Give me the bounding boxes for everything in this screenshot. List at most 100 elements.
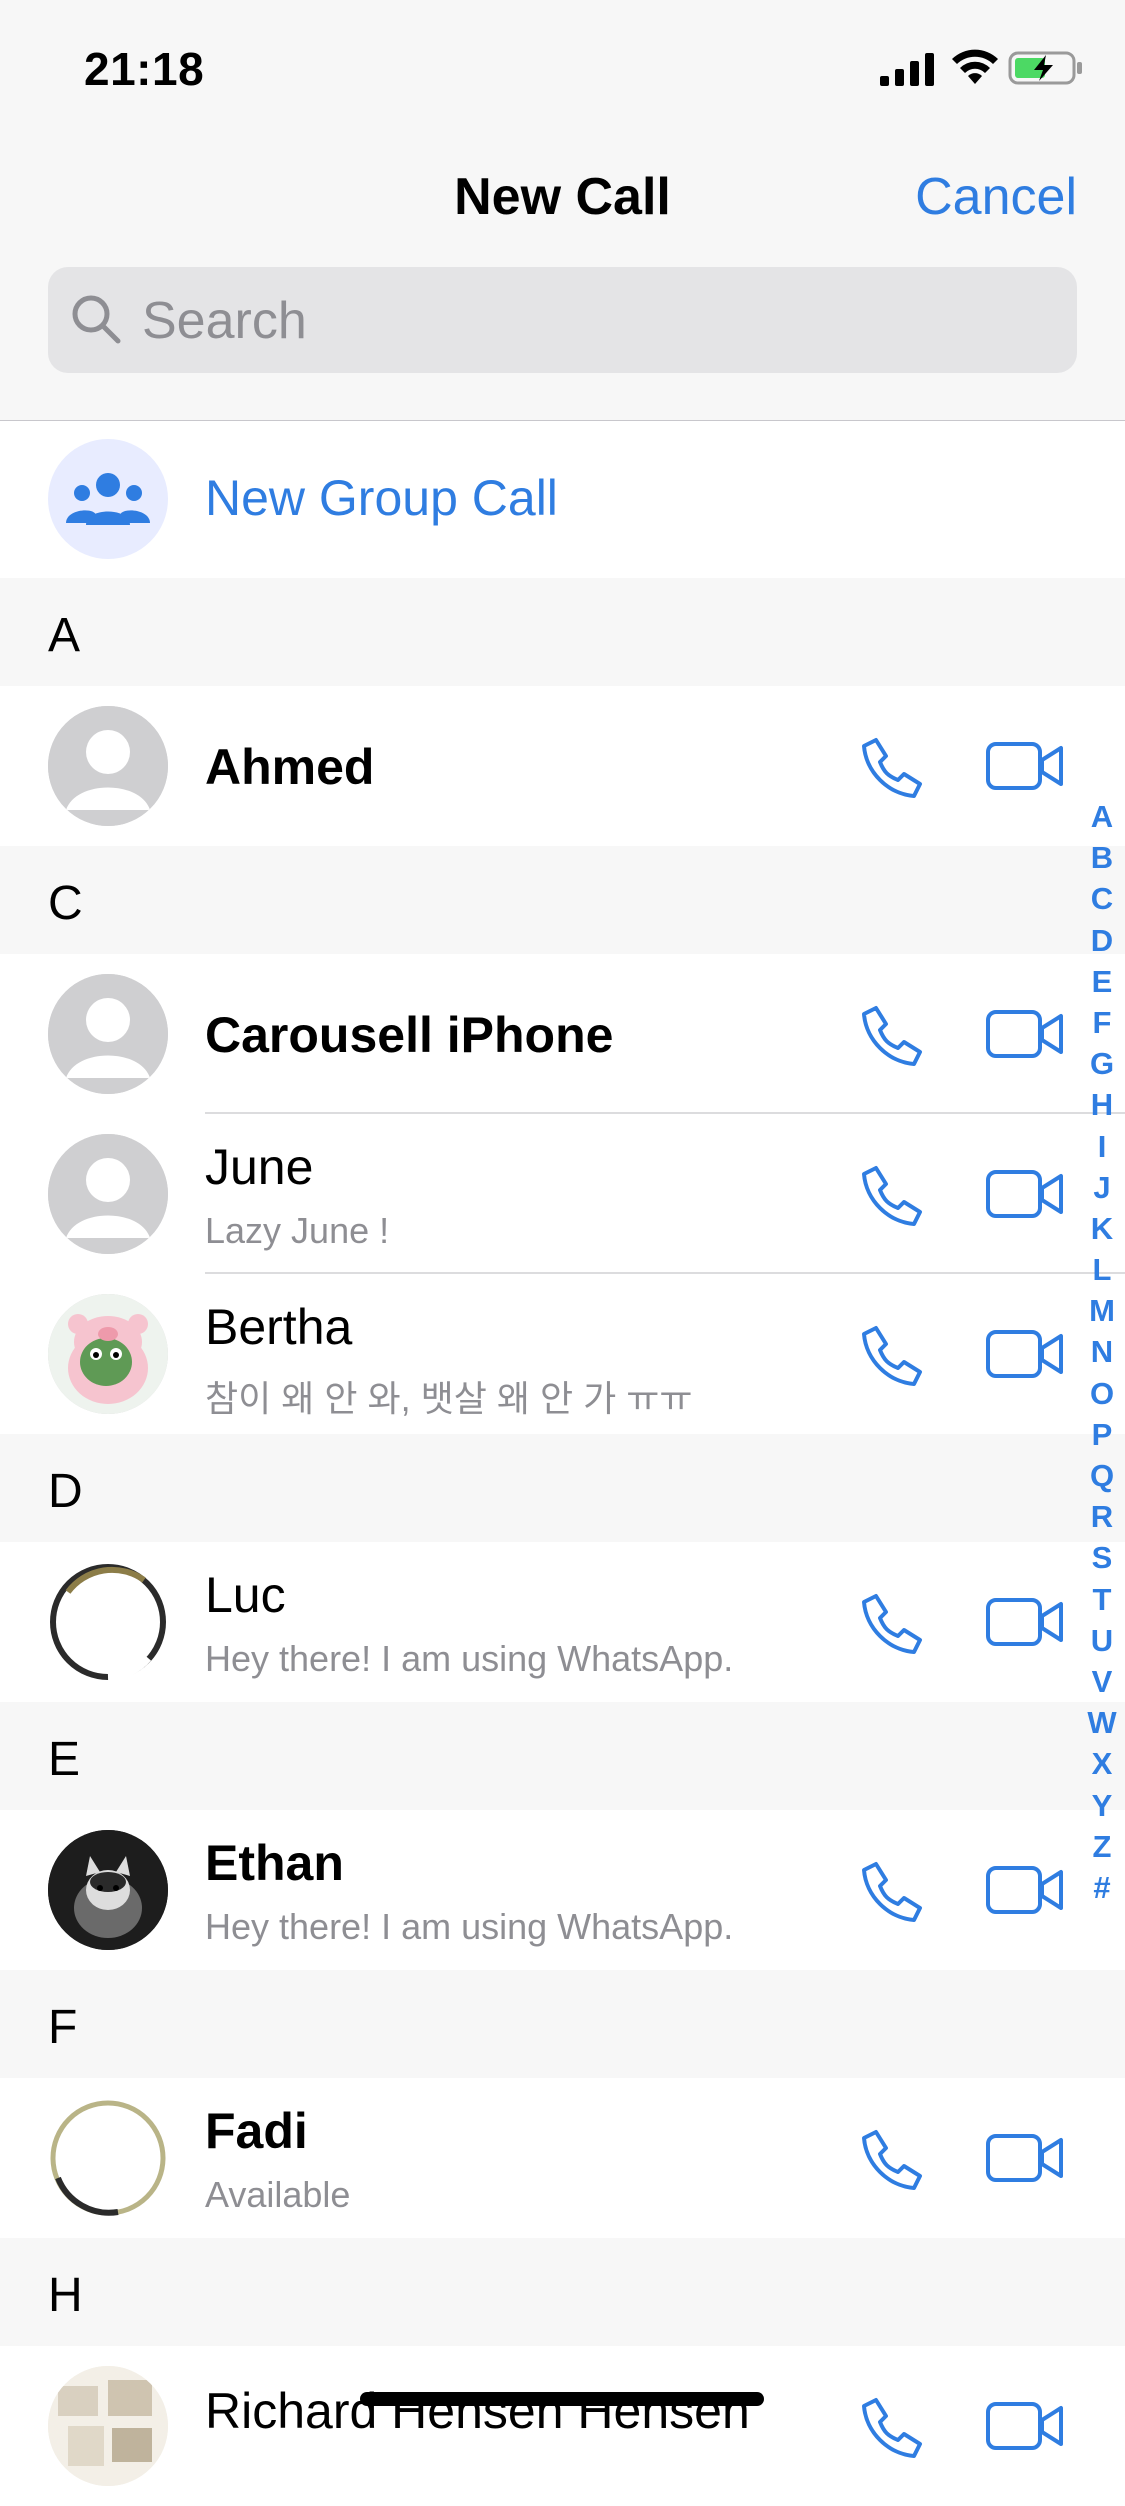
phone-icon[interactable] bbox=[858, 734, 924, 800]
phone-icon[interactable] bbox=[858, 1590, 924, 1656]
index-letter[interactable]: L bbox=[1084, 1249, 1120, 1290]
video-camera-icon[interactable] bbox=[985, 1326, 1065, 1382]
avatar bbox=[48, 974, 168, 1094]
home-indicator[interactable] bbox=[360, 2392, 764, 2406]
contact-row-luc[interactable]: Luc Hey there! I am using WhatsApp. bbox=[0, 1542, 1125, 1702]
contact-name: Ethan bbox=[205, 1835, 344, 1891]
ring-avatar-image bbox=[50, 2100, 166, 2216]
section-header: E bbox=[0, 1702, 1125, 1810]
default-avatar-icon bbox=[48, 974, 168, 1094]
index-letter[interactable]: Q bbox=[1084, 1455, 1120, 1496]
default-avatar-icon bbox=[48, 706, 168, 826]
index-letter[interactable]: O bbox=[1084, 1373, 1120, 1414]
section-letter: H bbox=[48, 2269, 83, 2322]
contact-row-june[interactable]: June Lazy June ! bbox=[0, 1114, 1125, 1274]
section-letter: C bbox=[48, 877, 83, 930]
video-camera-icon[interactable] bbox=[985, 1006, 1065, 1062]
avatar bbox=[48, 706, 168, 826]
index-letter[interactable]: K bbox=[1084, 1208, 1120, 1249]
section-header: H bbox=[0, 2238, 1125, 2346]
section-header: A bbox=[0, 578, 1125, 686]
video-camera-icon[interactable] bbox=[985, 1594, 1065, 1650]
contact-name: Ahmed bbox=[205, 739, 375, 795]
video-camera-icon[interactable] bbox=[985, 1862, 1065, 1918]
battery-charging-icon bbox=[1008, 51, 1082, 85]
index-letter[interactable]: R bbox=[1084, 1496, 1120, 1537]
new-group-call-button[interactable]: New Group Call bbox=[0, 421, 1125, 578]
contact-status: 참이 왜 안 와, 뱃살 왜 안 가 ㅠㅠ bbox=[205, 1378, 693, 1419]
new-group-call-label: New Group Call bbox=[205, 470, 558, 526]
section-header: F bbox=[0, 1970, 1125, 2078]
video-camera-icon[interactable] bbox=[985, 2398, 1065, 2454]
contact-name: Carousell iPhone bbox=[205, 1007, 614, 1063]
group-avatar bbox=[48, 439, 168, 559]
index-letter[interactable]: A bbox=[1084, 796, 1120, 837]
section-letter: F bbox=[48, 2001, 78, 2054]
index-letter[interactable]: N bbox=[1084, 1331, 1120, 1372]
contact-status: Lazy June ! bbox=[205, 1210, 390, 1251]
avatar bbox=[48, 1830, 168, 1950]
index-letter[interactable]: H bbox=[1084, 1084, 1120, 1125]
index-letter[interactable]: D bbox=[1084, 920, 1120, 961]
contact-status: Hey there! I am using WhatsApp. bbox=[205, 1906, 734, 1947]
contact-status: Hey there! I am using WhatsApp. bbox=[205, 1638, 734, 1679]
avatar bbox=[48, 1294, 168, 1414]
index-letter[interactable]: B bbox=[1084, 837, 1120, 878]
index-letter[interactable]: I bbox=[1084, 1126, 1120, 1167]
phone-icon[interactable] bbox=[858, 1002, 924, 1068]
index-letter[interactable]: F bbox=[1084, 1002, 1120, 1043]
contact-row-ahmed[interactable]: Ahmed bbox=[0, 686, 1125, 846]
contact-row-carousell-iphone[interactable]: Carousell iPhone bbox=[0, 954, 1125, 1114]
navigation-bar: New Call Cancel bbox=[0, 135, 1125, 422]
search-icon bbox=[72, 295, 121, 344]
index-letter[interactable]: # bbox=[1084, 1867, 1120, 1908]
contact-name: Bertha bbox=[205, 1299, 353, 1355]
phone-icon[interactable] bbox=[858, 1162, 924, 1228]
contact-name: Richard Hensen Hensen bbox=[205, 2383, 750, 2439]
phone-icon[interactable] bbox=[858, 1322, 924, 1388]
search-bar[interactable] bbox=[48, 267, 1077, 375]
section-letter: A bbox=[48, 609, 81, 662]
contact-row-fadi[interactable]: Fadi Available bbox=[0, 2078, 1125, 2238]
phone-icon[interactable] bbox=[858, 2394, 924, 2460]
index-letter[interactable]: T bbox=[1084, 1579, 1120, 1620]
index-letter[interactable]: J bbox=[1084, 1167, 1120, 1208]
people-icon bbox=[66, 473, 150, 525]
contact-name: June bbox=[205, 1139, 314, 1195]
index-letter[interactable]: E bbox=[1084, 961, 1120, 1002]
section-header: C bbox=[0, 846, 1125, 954]
index-letter[interactable]: U bbox=[1084, 1620, 1120, 1661]
cellular-signal-icon bbox=[880, 53, 934, 86]
index-letter[interactable]: P bbox=[1084, 1414, 1120, 1455]
index-letter[interactable]: G bbox=[1084, 1043, 1120, 1084]
contact-row-ethan[interactable]: Ethan Hey there! I am using WhatsApp. bbox=[0, 1810, 1125, 1970]
phone-icon[interactable] bbox=[858, 2126, 924, 2192]
alphabet-index[interactable]: A B C D E F G H I J K L M N O P Q R S T … bbox=[1084, 796, 1120, 1908]
section-letter: D bbox=[48, 1465, 83, 1518]
avatar bbox=[48, 1134, 168, 1254]
index-letter[interactable]: W bbox=[1084, 1702, 1120, 1743]
section-header: D bbox=[0, 1434, 1125, 1542]
contact-status: Available bbox=[205, 2174, 351, 2215]
contact-name: Fadi bbox=[205, 2103, 308, 2159]
section-letter: E bbox=[48, 1733, 81, 1786]
search-input[interactable] bbox=[140, 267, 1044, 375]
video-camera-icon[interactable] bbox=[985, 1166, 1065, 1222]
collage-avatar-image bbox=[48, 2366, 168, 2486]
cat-avatar-image bbox=[48, 1830, 168, 1950]
video-camera-icon[interactable] bbox=[985, 738, 1065, 794]
index-letter[interactable]: X bbox=[1084, 1743, 1120, 1784]
index-letter[interactable]: S bbox=[1084, 1537, 1120, 1578]
contact-row-bertha[interactable]: Bertha 참이 왜 안 와, 뱃살 왜 안 가 ㅠㅠ bbox=[0, 1274, 1125, 1434]
index-letter[interactable]: C bbox=[1084, 878, 1120, 919]
frog-pig-avatar-image bbox=[48, 1294, 168, 1414]
index-letter[interactable]: V bbox=[1084, 1661, 1120, 1702]
avatar bbox=[48, 2098, 168, 2218]
index-letter[interactable]: Z bbox=[1084, 1826, 1120, 1867]
video-camera-icon[interactable] bbox=[985, 2130, 1065, 2186]
contact-row-richard-hensen[interactable]: Richard Hensen Hensen bbox=[0, 2346, 1125, 2506]
phone-icon[interactable] bbox=[858, 1858, 924, 1924]
index-letter[interactable]: M bbox=[1084, 1290, 1120, 1331]
cancel-button[interactable]: Cancel bbox=[915, 167, 1077, 227]
index-letter[interactable]: Y bbox=[1084, 1785, 1120, 1826]
